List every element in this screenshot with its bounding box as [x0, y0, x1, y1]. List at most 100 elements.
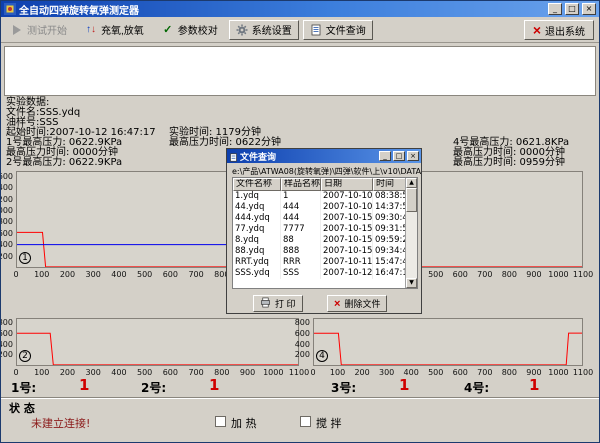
file-query-button[interactable]: 文件查询 — [303, 20, 373, 40]
file-table-row[interactable]: RRT.ydqRRR2007-10-1115:47:45 — [233, 257, 417, 268]
data-folder-path: e:\产品\ATWA08(旋转氧弹)\四弹\软件\上\v10\DATA — [232, 166, 421, 177]
parameter-check-button[interactable]: ✓ 参数校对 — [155, 20, 225, 40]
delete-icon: × — [334, 298, 340, 310]
dialog-minimize-button[interactable]: _ — [379, 151, 391, 161]
file-table-cell: 88.ydq — [233, 246, 281, 257]
y-axis-tick-label: 1400 — [0, 183, 13, 192]
file-table-cell: 444.ydq — [233, 213, 281, 224]
column-header-filename[interactable]: 文件名称 — [233, 178, 281, 191]
file-table-row[interactable]: 44.ydq4442007-10-1014:37:55 — [233, 202, 417, 213]
file-query-dialog: 文件查询 _ □ × e:\产品\ATWA08(旋转氧弹)\四弹\软件\上\v1… — [226, 148, 422, 314]
file-table-row[interactable]: 88.ydq8882007-10-1509:34:42 — [233, 246, 417, 257]
dialog-icon — [229, 147, 238, 166]
file-table-cell: 08:38:57 — [373, 191, 406, 202]
start-test-button[interactable]: 测试开始 — [4, 20, 74, 40]
heat-checkbox[interactable] — [215, 416, 226, 427]
experiment-data-line: 最高压力时间: 0622分钟 — [169, 137, 281, 148]
file-table-cell: 14:37:55 — [373, 202, 406, 213]
minimize-button[interactable]: _ — [548, 3, 562, 15]
dialog-title-bar: 文件查询 _ □ × — [227, 149, 421, 163]
print-button[interactable]: 打 印 — [253, 295, 303, 312]
x-axis-tick-label: 200 — [349, 368, 375, 377]
series-pressure-kpa — [314, 333, 582, 365]
x-axis-tick-label: 1000 — [545, 270, 571, 279]
x-axis-tick-label: 1100 — [570, 368, 596, 377]
x-axis-tick-label: 500 — [423, 270, 449, 279]
experiment-data-line: 最高压力时间: 0959分钟 — [453, 157, 565, 168]
oxygen-fill-release-button[interactable]: ↑↓ 充氧,放氧 — [78, 20, 151, 40]
x-axis-tick-label: 700 — [472, 270, 498, 279]
window-title: 全自动四弹旋转氧弹测定器 — [19, 2, 545, 17]
status-label: 状 态 — [9, 400, 35, 416]
scroll-thumb[interactable] — [406, 188, 417, 212]
app-window: 全自动四弹旋转氧弹测定器 _ □ × 测试开始 ↑↓ 充氧,放氧 ✓ 参数校对 … — [0, 0, 600, 443]
column-header-date[interactable]: 日期 — [321, 178, 373, 191]
stir-checkbox-label: 搅 拌 — [316, 415, 342, 431]
app-icon — [4, 3, 16, 15]
bomb-1-value: 1 — [79, 376, 89, 394]
y-axis-tick-label: 200 — [0, 252, 13, 261]
chart-number-badge: 1 — [19, 252, 31, 264]
x-axis-tick-label: 600 — [447, 270, 473, 279]
x-axis-tick-label: 100 — [29, 368, 55, 377]
file-table-row[interactable]: 8.ydq882007-10-1509:59:20 — [233, 235, 417, 246]
file-table-cell: 2007-10-10 — [321, 202, 373, 213]
series-pressure-kpa — [17, 333, 298, 365]
file-table-cell: 2007-10-10 — [321, 191, 373, 202]
file-table-cell: 09:31:53 — [373, 224, 406, 235]
system-settings-button[interactable]: 系统设置 — [229, 20, 299, 40]
file-table-row[interactable]: SSS.ydqSSS2007-10-1216:47:17 — [233, 268, 417, 279]
file-table-cell: 1.ydq — [233, 191, 281, 202]
x-axis-tick-label: 700 — [183, 270, 209, 279]
chart-number-badge: 4 — [316, 350, 328, 362]
file-table-row[interactable]: 1.ydq12007-10-1008:38:57 — [233, 191, 417, 202]
delete-file-button[interactable]: × 删除文件 — [327, 295, 387, 312]
y-axis-tick-label: 200 — [282, 350, 310, 359]
scroll-up-button[interactable]: ▲ — [406, 178, 417, 188]
experiment-data-line: 2号最高压力: 0622.9KPa — [6, 157, 122, 168]
x-axis-tick-label: 600 — [157, 270, 183, 279]
bomb-3-value: 1 — [399, 376, 409, 394]
file-table-cell: 77.ydq — [233, 224, 281, 235]
file-table-body: 1.ydq12007-10-1008:38:5744.ydq4442007-10… — [233, 191, 417, 279]
column-header-time[interactable]: 时间 — [373, 178, 406, 191]
file-table-cell: 2007-10-12 — [321, 268, 373, 279]
exit-icon: × — [533, 24, 541, 36]
maximize-button[interactable]: □ — [565, 3, 579, 15]
heat-checkbox-label: 加 热 — [231, 415, 257, 431]
x-axis-tick-label: 500 — [423, 368, 449, 377]
y-axis-tick-label: 600 — [282, 329, 310, 338]
exit-system-button[interactable]: × 退出系统 — [524, 20, 594, 40]
table-scrollbar[interactable]: ▲ ▼ — [405, 178, 417, 288]
file-table-cell: 44.ydq — [233, 202, 281, 213]
y-axis-tick-label: 1000 — [0, 206, 13, 215]
y-axis-tick-label: 800 — [0, 217, 13, 226]
start-test-icon — [11, 24, 23, 36]
x-axis-tick-label: 800 — [496, 270, 522, 279]
dialog-maximize-button[interactable]: □ — [393, 151, 405, 161]
close-button[interactable]: × — [582, 3, 596, 15]
y-axis-tick-label: 600 — [0, 229, 13, 238]
file-table-cell: 09:59:20 — [373, 235, 406, 246]
toolbar: 测试开始 ↑↓ 充氧,放氧 ✓ 参数校对 系统设置 文件查询 × 退出系统 — [1, 17, 599, 43]
file-table-row[interactable]: 77.ydq77772007-10-1509:31:53 — [233, 224, 417, 235]
column-header-sample[interactable]: 样品名称 — [281, 178, 321, 191]
x-axis-tick-label: 500 — [132, 270, 158, 279]
scroll-down-button[interactable]: ▼ — [406, 278, 417, 288]
x-axis-tick-label: 700 — [183, 368, 209, 377]
file-table-cell: 444 — [281, 213, 321, 224]
stir-checkbox[interactable] — [300, 416, 311, 427]
x-axis-tick-label: 0 — [3, 368, 29, 377]
connection-status-message: 未建立连接! — [31, 415, 90, 431]
dialog-close-button[interactable]: × — [407, 151, 419, 161]
x-axis-tick-label: 800 — [496, 368, 522, 377]
x-axis-tick-label: 500 — [132, 368, 158, 377]
file-table-header: 文件名称 样品名称 日期 时间 — [233, 178, 417, 191]
file-table-row[interactable]: 444.ydq4442007-10-1509:30:45 — [233, 213, 417, 224]
file-query-icon — [310, 24, 322, 36]
x-axis-tick-label: 200 — [54, 368, 80, 377]
file-table-cell: 15:47:45 — [373, 257, 406, 268]
file-table-cell: 88 — [281, 235, 321, 246]
bomb-1-label: 1号: — [11, 379, 36, 396]
file-table-cell: 2007-10-15 — [321, 246, 373, 257]
